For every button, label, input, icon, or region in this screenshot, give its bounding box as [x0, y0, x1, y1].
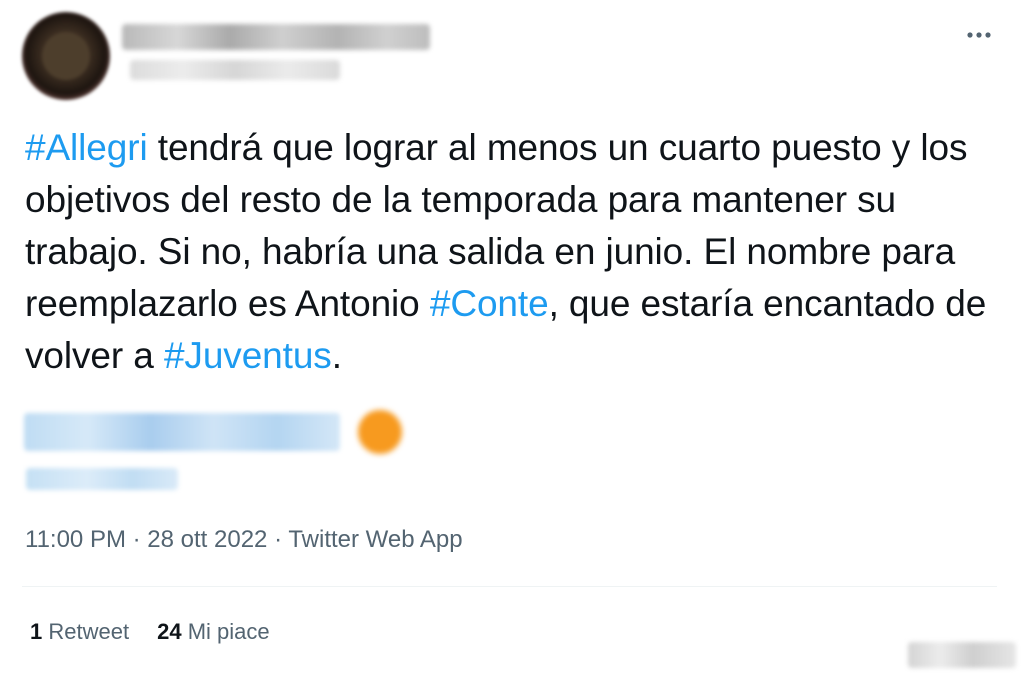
meta-separator: · [132, 526, 141, 553]
watermark-redacted [908, 642, 1016, 668]
translate-link-redacted[interactable] [26, 468, 178, 490]
avatar-image [42, 32, 90, 80]
author-handle-redacted[interactable] [130, 60, 340, 80]
tweet-source[interactable]: Twitter Web App [288, 526, 462, 553]
tweet-metadata: 11:00 PM · 28 ott 2022 · Twitter Web App [25, 526, 463, 554]
tweet-date[interactable]: 28 ott 2022 [147, 526, 267, 553]
retweets-label: Retweet [48, 619, 130, 644]
divider [22, 586, 997, 587]
hashtag-allegri[interactable]: #Allegri [25, 127, 148, 168]
tweet-time[interactable]: 11:00 PM [25, 526, 126, 553]
tweet-card: #Allegri tendrá que lograr al menos un c… [0, 0, 1024, 673]
more-options-icon[interactable] [964, 20, 994, 50]
retweets-count: 1 [30, 619, 43, 644]
author-avatar[interactable] [22, 12, 110, 100]
source-mention-redacted[interactable] [24, 413, 340, 451]
likes-count: 24 [157, 619, 182, 644]
tweet-text: #Allegri tendrá que lograr al menos un c… [25, 122, 1005, 382]
tweet-text-segment: . [331, 335, 342, 376]
orange-circle-emoji [358, 410, 402, 454]
author-name-redacted[interactable] [122, 24, 430, 50]
likes-label: Mi piace [187, 619, 270, 644]
tweet-stats: 1 Retweet 24 Mi piace [30, 619, 270, 645]
likes-stat[interactable]: 24 Mi piace [157, 619, 270, 645]
meta-separator: · [274, 526, 283, 553]
hashtag-conte[interactable]: #Conte [430, 283, 549, 324]
retweets-stat[interactable]: 1 Retweet [30, 619, 129, 645]
hashtag-juventus[interactable]: #Juventus [164, 335, 332, 376]
